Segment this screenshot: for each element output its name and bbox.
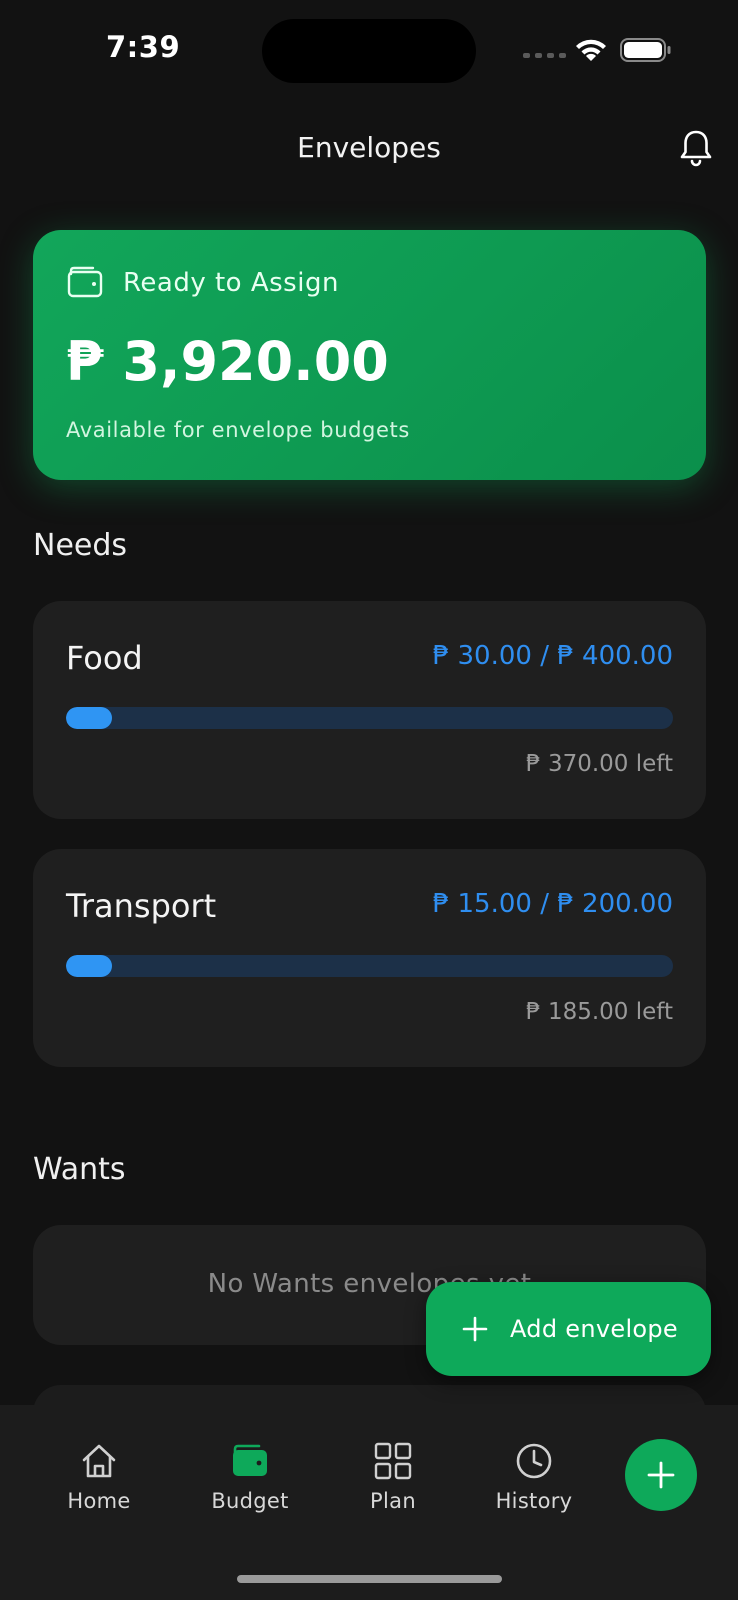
ready-to-assign-amount: ₱ 3,920.00 xyxy=(66,330,389,393)
nav-item-history[interactable]: History xyxy=(474,1405,594,1513)
ready-to-assign-label: Ready to Assign xyxy=(123,268,339,298)
plus-icon xyxy=(462,1316,488,1342)
envelope-progress-fill xyxy=(66,955,112,977)
bell-icon[interactable] xyxy=(678,128,714,168)
envelope-progress-bar xyxy=(66,707,673,729)
wallet-icon xyxy=(67,266,103,298)
clock-icon xyxy=(516,1443,552,1479)
nav-label: History xyxy=(495,1489,573,1513)
wifi-icon xyxy=(576,39,606,61)
envelope-card-transport[interactable]: Transport ₱ 15.00 / ₱ 200.00 ₱ 185.00 le… xyxy=(33,849,706,1067)
envelope-remaining: ₱ 370.00 left xyxy=(526,751,673,777)
plus-icon xyxy=(647,1461,675,1489)
bottom-navigation: Home Budget Plan History xyxy=(0,1405,738,1600)
add-envelope-label: Add envelope xyxy=(510,1315,678,1343)
envelope-progress-bar xyxy=(66,955,673,977)
dynamic-island xyxy=(262,19,476,83)
nav-label: Plan xyxy=(370,1489,416,1513)
envelope-remaining: ₱ 185.00 left xyxy=(526,999,673,1025)
quick-add-button[interactable] xyxy=(625,1439,697,1511)
section-title-wants: Wants xyxy=(33,1152,126,1187)
envelope-card-food[interactable]: Food ₱ 30.00 / ₱ 400.00 ₱ 370.00 left xyxy=(33,601,706,819)
wallet-icon xyxy=(233,1444,267,1476)
page-title: Envelopes xyxy=(297,131,441,164)
grid-icon xyxy=(374,1442,412,1480)
envelope-amounts: ₱ 15.00 / ₱ 200.00 xyxy=(432,889,673,919)
battery-icon xyxy=(620,38,671,62)
house-icon xyxy=(82,1444,116,1478)
ready-to-assign-subtitle: Available for envelope budgets xyxy=(66,418,410,442)
nav-label: Budget xyxy=(211,1489,289,1513)
status-time: 7:39 xyxy=(106,30,181,64)
ready-to-assign-card[interactable]: Ready to Assign ₱ 3,920.00 Available for… xyxy=(33,230,706,480)
nav-label: Home xyxy=(67,1489,131,1513)
nav-item-plan[interactable]: Plan xyxy=(333,1405,453,1513)
envelope-amounts: ₱ 30.00 / ₱ 400.00 xyxy=(432,641,673,671)
envelope-progress-fill xyxy=(66,707,112,729)
envelopes-screen: 7:39 Envelopes Ready to Assign ₱ 3,920.0… xyxy=(0,0,738,1600)
envelope-name: Food xyxy=(66,639,143,677)
home-indicator xyxy=(237,1575,502,1583)
nav-item-home[interactable]: Home xyxy=(39,1405,159,1513)
cellular-signal-icon xyxy=(523,53,566,58)
add-envelope-button[interactable]: Add envelope xyxy=(426,1282,711,1376)
nav-item-budget[interactable]: Budget xyxy=(190,1405,310,1513)
section-title-needs: Needs xyxy=(33,528,128,563)
envelope-name: Transport xyxy=(66,887,217,925)
